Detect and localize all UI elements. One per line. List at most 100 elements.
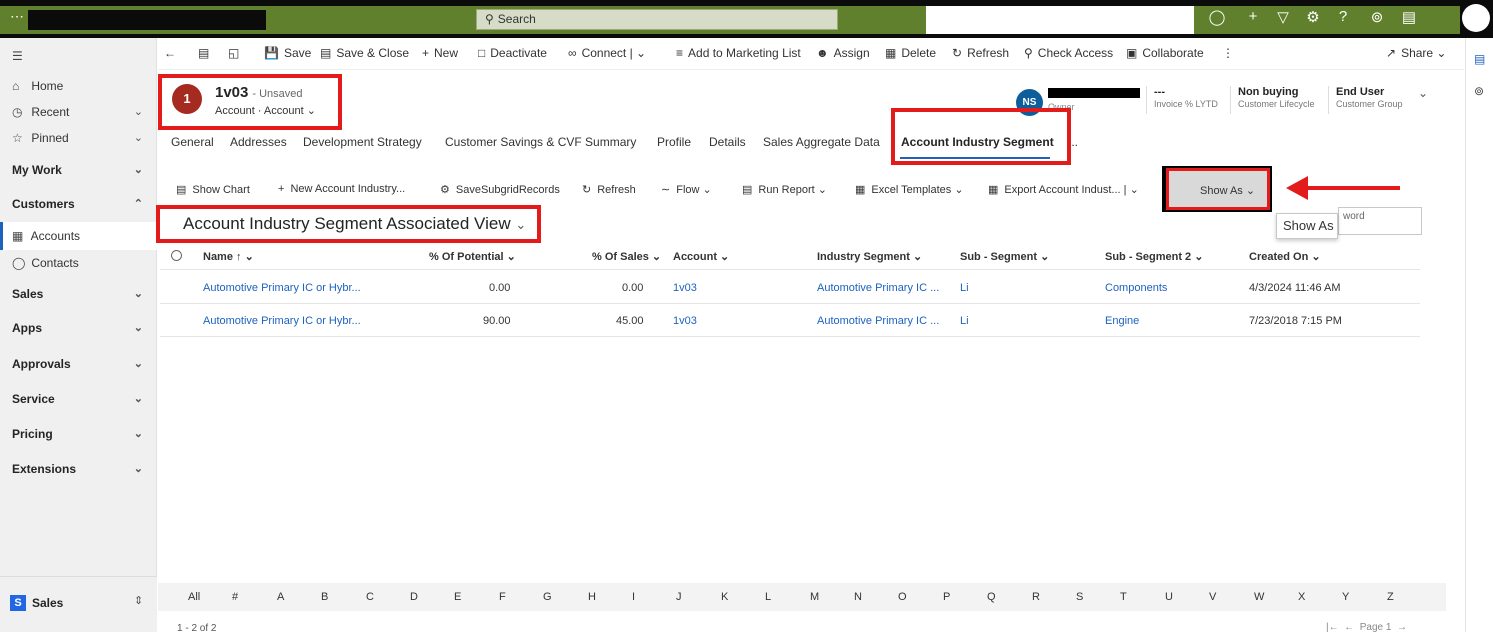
alpha-filter-b[interactable]: B [321,591,328,603]
hamburger-icon[interactable]: ☰ [12,42,28,70]
new-segment-button[interactable]: + New Account Industry... [278,183,405,195]
plus-icon[interactable]: + [1243,8,1263,25]
tab-general[interactable]: General [171,135,214,149]
column-industry-segment[interactable]: Industry Segment ⌄ [817,250,922,263]
global-search-input[interactable]: ⚲ Search [476,9,838,30]
alpha-filter-n[interactable]: N [854,591,862,603]
chevron-updown-icon[interactable]: ⇕ [134,594,143,607]
tab-details[interactable]: Details [709,135,746,149]
alpha-filter-t[interactable]: T [1120,591,1127,603]
back-icon[interactable]: ← [164,46,176,60]
first-page-icon[interactable]: |← [1326,622,1339,633]
column-sub-segment-2[interactable]: Sub - Segment 2 ⌄ [1105,250,1203,263]
copilot-icon[interactable]: ⊚ [1474,84,1484,98]
nav-group-approvals[interactable]: Approvals ⌄ [0,350,157,378]
area-switcher[interactable]: S Sales ⇕ [0,576,157,632]
chevron-down-icon[interactable]: ⌄ [134,455,143,483]
nav-collapse[interactable]: ☰ [0,42,157,70]
tab-development-strategy[interactable]: Development Strategy [303,135,422,149]
alpha-filter-e[interactable]: E [454,591,461,603]
view-selector[interactable]: Account Industry Segment Associated View… [183,214,526,234]
cell-industry-segment[interactable]: Automotive Primary IC ... [817,282,939,294]
alpha-filter-y[interactable]: Y [1342,591,1349,603]
alpha-filter-d[interactable]: D [410,591,418,603]
prev-page-icon[interactable]: ← [1344,622,1354,633]
alpha-filter-v[interactable]: V [1209,591,1216,603]
column-sales[interactable]: % Of Sales ⌄ [592,250,661,263]
column-potential[interactable]: % Of Potential ⌄ [429,250,516,263]
alpha-filter-a[interactable]: A [277,591,284,603]
next-page-icon[interactable]: → [1397,622,1407,633]
nav-group-pricing[interactable]: Pricing ⌄ [0,420,157,448]
alpha-filter-m[interactable]: M [810,591,819,603]
table-row[interactable]: Automotive Primary IC or Hybr... 90.00 4… [160,304,1420,337]
chevron-down-icon[interactable]: ⌄ [134,350,143,378]
chat-icon[interactable]: ▤ [1474,52,1485,66]
connect-button[interactable]: ∞ Connect | ⌄ [568,46,646,60]
chevron-down-icon[interactable]: ⌄ [134,156,143,184]
chevron-down-icon[interactable]: ⌄ [134,124,143,152]
refresh-button[interactable]: ↻ Refresh [952,46,1009,60]
alpha-filter-u[interactable]: U [1165,591,1173,603]
gear-icon[interactable]: ⚙ [1303,8,1323,26]
alpha-filter-j[interactable]: J [676,591,682,603]
save-button[interactable]: 💾 Save [264,46,311,60]
column-name[interactable]: Name ↑ ⌄ [203,250,254,263]
chevron-down-icon[interactable]: ⌄ [134,420,143,448]
alpha-filter-w[interactable]: W [1254,591,1264,603]
lightbulb-icon[interactable]: ◯ [1207,8,1227,26]
form-selector[interactable]: Account [264,105,304,117]
help-icon[interactable]: ? [1333,8,1353,25]
flow-button[interactable]: ∼ Flow ⌄ [661,183,712,196]
cell-name[interactable]: Automotive Primary IC or Hybr... [203,282,361,294]
header-expand-icon[interactable]: ⌄ [1418,86,1428,100]
alpha-filter-c[interactable]: C [366,591,374,603]
cell-sub-segment[interactable]: Li [960,282,969,294]
new-button[interactable]: + New [422,46,458,60]
alpha-filter-i[interactable]: I [632,591,635,603]
tab-profile[interactable]: Profile [657,135,691,149]
delete-button[interactable]: ▦ Delete [885,46,936,60]
cell-name[interactable]: Automotive Primary IC or Hybr... [203,315,361,327]
show-as-label[interactable]: Show As ⌄ [1200,184,1255,197]
nav-group-my-work[interactable]: My Work ⌄ [0,156,157,184]
user-avatar[interactable] [1462,4,1490,32]
more-commands-icon[interactable]: ⋮ [1222,46,1234,60]
alpha-filter-h[interactable]: H [588,591,596,603]
alpha-filter-all[interactable]: All [188,591,200,603]
waffle-icon[interactable]: ⋯ [10,8,24,25]
nav-group-sales[interactable]: Sales ⌄ [0,280,157,308]
alpha-filter-f[interactable]: F [499,591,506,603]
export-button[interactable]: ▦ Export Account Indust... | ⌄ [988,183,1139,196]
alpha-filter-hash[interactable]: # [232,591,238,603]
nav-pinned[interactable]: ☆ Pinned ⌄ [0,124,157,152]
chat-icon[interactable]: ▤ [1399,8,1419,26]
nav-group-service[interactable]: Service ⌄ [0,385,157,413]
cell-industry-segment[interactable]: Automotive Primary IC ... [817,315,939,327]
chevron-down-icon[interactable]: ⌄ [134,98,143,126]
cell-sub-segment-2[interactable]: Components [1105,282,1167,294]
nav-group-extensions[interactable]: Extensions ⌄ [0,455,157,483]
popout-icon[interactable]: ◱ [228,46,239,60]
chevron-down-icon[interactable]: ⌄ [134,280,143,308]
run-report-button[interactable]: ▤ Run Report ⌄ [742,183,827,196]
alpha-filter-x[interactable]: X [1298,591,1305,603]
cell-sub-segment-2[interactable]: Engine [1105,315,1139,327]
chevron-up-icon[interactable]: ⌃ [134,190,143,218]
column-sub-segment[interactable]: Sub - Segment ⌄ [960,250,1049,263]
assign-button[interactable]: ☻ Assign [816,46,870,60]
save-subgrid-button[interactable]: ⚙ SaveSubgridRecords [440,183,560,196]
alpha-filter-p[interactable]: P [943,591,950,603]
column-account[interactable]: Account ⌄ [673,250,729,263]
share-button[interactable]: ↗ Share ⌄ [1386,46,1446,60]
alpha-filter-l[interactable]: L [765,591,771,603]
deactivate-button[interactable]: □ Deactivate [478,46,547,60]
nav-recent[interactable]: ◷ Recent ⌄ [0,98,157,126]
nav-group-customers[interactable]: Customers ⌃ [0,190,157,218]
grid-search-input[interactable]: word [1338,207,1422,235]
cell-account[interactable]: 1v03 [673,315,697,327]
copilot-icon[interactable]: ⊚ [1367,8,1387,26]
collaborate-button[interactable]: ▣ Collaborate [1126,46,1204,60]
alpha-filter-o[interactable]: O [898,591,907,603]
nav-group-apps[interactable]: Apps ⌄ [0,314,157,342]
